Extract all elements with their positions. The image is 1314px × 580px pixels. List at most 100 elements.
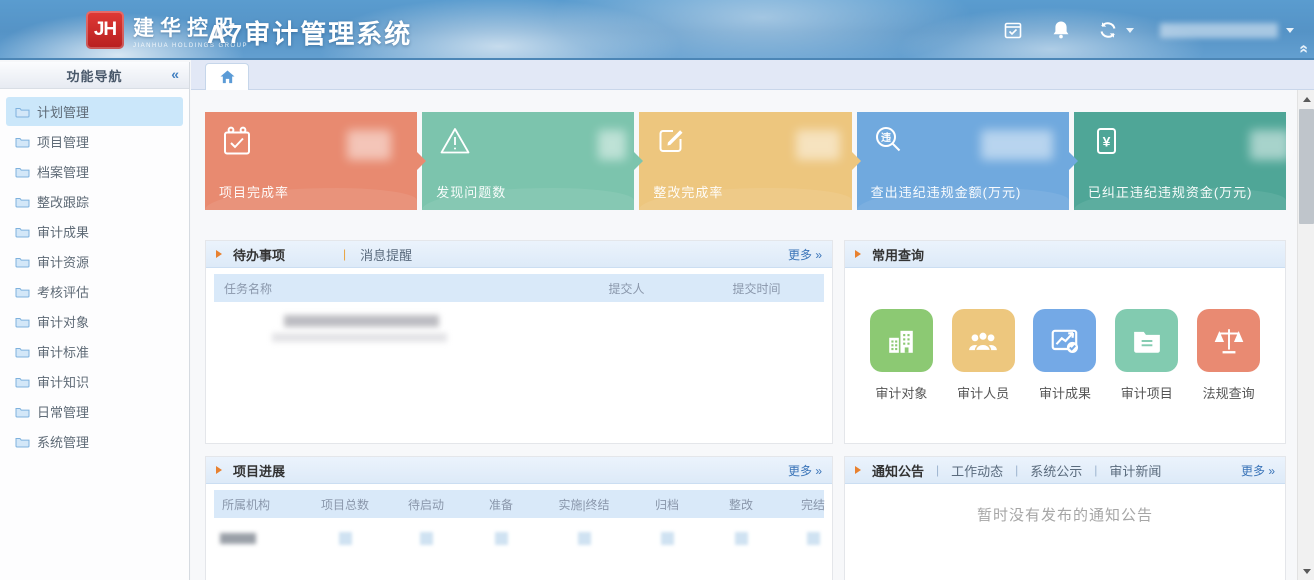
notice-more-link[interactable]: 更多 » — [1241, 462, 1275, 479]
blurred-value — [981, 130, 1053, 160]
sidebar-nav: 计划管理 项目管理 档案管理 整改跟踪 审计成果 审计资源 — [0, 89, 189, 464]
quick-link-audit-personnel[interactable]: 审计人员 — [952, 309, 1015, 402]
sidebar-item-assessment-evaluation[interactable]: 考核评估 — [6, 277, 183, 306]
svg-text:违: 违 — [881, 131, 891, 144]
calendar-check-icon — [220, 124, 254, 158]
card-issues-found[interactable]: 发现问题数 — [422, 112, 634, 210]
sidebar-item-project-management[interactable]: 项目管理 — [6, 127, 183, 156]
sidebar-item-label: 审计知识 — [37, 372, 89, 391]
progress-more-link[interactable]: 更多 » — [788, 462, 822, 479]
column-submitter: 提交人 — [564, 280, 689, 297]
project-progress-panel: 项目进展 更多 » 所属机构 项目总数 待启动 准备 实施|终结 归档 整改 完… — [205, 456, 833, 580]
quick-link-audit-results[interactable]: 审计成果 — [1033, 309, 1096, 402]
scales-icon — [1214, 326, 1244, 356]
tab-message-reminders[interactable]: 消息提醒 — [360, 245, 412, 264]
tab-separator: | — [1094, 463, 1097, 477]
tab-home[interactable] — [205, 63, 249, 90]
quick-link-audit-objects[interactable]: 审计对象 — [870, 309, 933, 402]
collapse-header-icon[interactable]: « — [1296, 45, 1312, 54]
card-label: 整改完成率 — [653, 182, 723, 201]
flow-arrow — [416, 151, 426, 171]
sidebar-item-rectification-tracking[interactable]: 整改跟踪 — [6, 187, 183, 216]
blurred-cell — [220, 533, 256, 544]
app-header: JH 建华控股 JIANHUA HOLDINGS GROUP A7审计管理系统 — [0, 0, 1314, 60]
sidebar-item-label: 档案管理 — [37, 162, 89, 181]
sidebar-item-audit-resources[interactable]: 审计资源 — [6, 247, 183, 276]
column-task-name: 任务名称 — [214, 280, 564, 297]
common-queries-panel: 常用查询 — [844, 240, 1286, 444]
sidebar-item-daily-management[interactable]: 日常管理 — [6, 397, 183, 426]
sidebar-item-plan-management[interactable]: 计划管理 — [6, 97, 183, 126]
flow-arrow — [1068, 151, 1078, 171]
vertical-scrollbar[interactable] — [1297, 90, 1314, 580]
sidebar-item-audit-standards[interactable]: 审计标准 — [6, 337, 183, 366]
sidebar-item-label: 整改跟踪 — [37, 192, 89, 211]
panel-marker-icon — [855, 250, 865, 258]
tasks-calendar-icon[interactable] — [1002, 19, 1024, 41]
card-project-completion-rate[interactable]: 项目完成率 — [205, 112, 417, 210]
sidebar-item-label: 系统管理 — [37, 432, 89, 451]
todo-table-header: 任务名称 提交人 提交时间 — [214, 274, 824, 302]
card-rectification-completion-rate[interactable]: 整改完成率 — [639, 112, 851, 210]
tab-system-announcements[interactable]: 系统公示 — [1030, 461, 1082, 480]
card-corrected-violation-funds[interactable]: ¥ 已纠正违纪违规资金(万元) — [1074, 112, 1286, 210]
column-total-projects: 项目总数 — [304, 496, 386, 513]
refresh-menu[interactable] — [1098, 20, 1134, 40]
chart-check-icon — [1049, 326, 1081, 356]
sidebar-item-audit-results[interactable]: 审计成果 — [6, 217, 183, 246]
building-icon — [886, 326, 916, 356]
people-icon — [967, 326, 999, 356]
refresh-icon[interactable] — [1098, 20, 1118, 40]
tab-todo-items[interactable]: 待办事项 — [233, 245, 285, 264]
scroll-up-button[interactable] — [1298, 90, 1314, 107]
blurred-value — [796, 130, 840, 160]
column-to-start: 待启动 — [386, 496, 466, 513]
bell-icon[interactable] — [1050, 19, 1072, 41]
sidebar-item-label: 考核评估 — [37, 282, 89, 301]
table-row-blurred[interactable] — [284, 315, 439, 327]
audit-management-app: JH 建华控股 JIANHUA HOLDINGS GROUP A7审计管理系统 — [0, 0, 1314, 580]
progress-table-header: 所属机构 项目总数 待启动 准备 实施|终结 归档 整改 完结 — [214, 490, 824, 518]
quick-link-label: 审计成果 — [1039, 383, 1091, 402]
card-label: 已纠正违纪违规资金(万元) — [1088, 182, 1253, 201]
sidebar-item-audit-knowledge[interactable]: 审计知识 — [6, 367, 183, 396]
sidebar-item-audit-objects[interactable]: 审计对象 — [6, 307, 183, 336]
warning-triangle-icon — [437, 124, 473, 158]
column-implementation-termination: 实施|终结 — [536, 496, 632, 513]
quick-link-regulation-query[interactable]: 法规查询 — [1197, 309, 1260, 402]
sidebar-item-label: 审计资源 — [37, 252, 89, 271]
sidebar-item-label: 审计对象 — [37, 312, 89, 331]
blurred-value — [1250, 130, 1290, 160]
flow-arrow — [633, 151, 643, 171]
tab-notices[interactable]: 通知公告 — [872, 461, 924, 480]
user-menu[interactable] — [1160, 23, 1294, 38]
tab-audit-news[interactable]: 审计新闻 — [1109, 461, 1161, 480]
todo-panel: 待办事项 | 消息提醒 更多 » 任务名称 提交人 提交时间 — [205, 240, 833, 444]
blurred-cell — [807, 532, 820, 545]
sidebar-collapse-icon[interactable]: « — [171, 66, 179, 82]
sidebar-item-label: 审计成果 — [37, 222, 89, 241]
column-submit-time: 提交时间 — [689, 280, 824, 297]
sidebar: 功能导航 « 计划管理 项目管理 档案管理 整改跟踪 审计成果 — [0, 62, 190, 580]
empty-notice-text: 暂时没有发布的通知公告 — [977, 504, 1153, 580]
blurred-cell — [578, 532, 591, 545]
quick-link-audit-projects[interactable]: 审计项目 — [1115, 309, 1178, 402]
sidebar-item-archive-management[interactable]: 档案管理 — [6, 157, 183, 186]
scrollbar-thumb[interactable] — [1299, 109, 1314, 224]
svg-text:¥: ¥ — [1102, 134, 1110, 150]
tab-bar — [191, 60, 1314, 90]
triangle-up-icon — [1303, 93, 1311, 102]
sidebar-item-system-management[interactable]: 系统管理 — [6, 427, 183, 456]
column-archived: 归档 — [632, 496, 702, 513]
todo-more-link[interactable]: 更多 » — [788, 246, 822, 263]
blurred-cell — [495, 532, 508, 545]
tab-work-updates[interactable]: 工作动态 — [951, 461, 1003, 480]
quick-link-label: 审计人员 — [957, 383, 1009, 402]
folder-icon — [1132, 327, 1162, 355]
progress-table-row[interactable] — [214, 518, 824, 558]
card-violation-amount-found[interactable]: 违 查出违纪违规金额(万元) — [857, 112, 1069, 210]
todo-table-body — [206, 302, 832, 442]
column-completed: 完结 — [780, 496, 846, 513]
scroll-down-button[interactable] — [1298, 563, 1314, 580]
search-violation-icon: 违 — [872, 124, 906, 158]
